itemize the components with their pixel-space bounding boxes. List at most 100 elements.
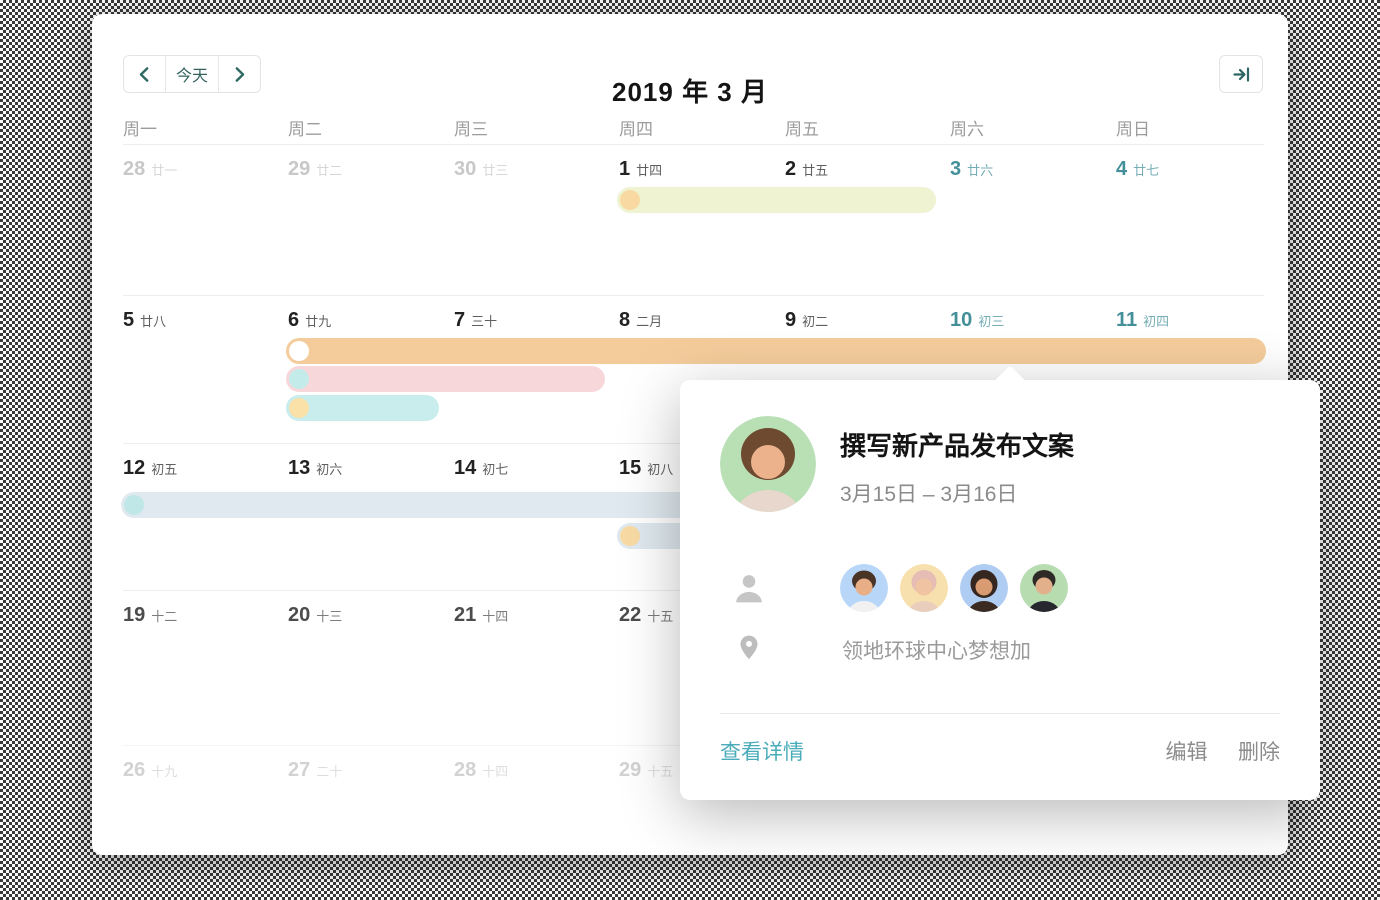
- lunar-label: 廿四: [636, 163, 662, 178]
- day-cell[interactable]: 19十二: [123, 604, 177, 627]
- today-button[interactable]: 今天: [165, 56, 219, 92]
- event-dot: [289, 398, 309, 418]
- event-date-range: 3月15日 – 3月16日: [840, 478, 1074, 508]
- weekday-label: 周四: [619, 115, 653, 140]
- event-bar[interactable]: [121, 492, 771, 518]
- day-number: 20: [288, 604, 310, 626]
- event-dot: [620, 190, 640, 210]
- day-number: 27: [288, 759, 310, 781]
- calendar-toolbar: 今天 2019 年 3 月: [92, 14, 1288, 114]
- lunar-label: 十九: [151, 764, 177, 779]
- day-cell[interactable]: 2 廿五: [785, 158, 828, 181]
- location-pin-icon: [732, 634, 766, 666]
- day-number: 19: [123, 604, 145, 626]
- attendee-avatars: [840, 564, 1080, 612]
- view-details-link[interactable]: 查看详情: [720, 736, 804, 766]
- day-cell[interactable]: 29十五: [619, 759, 673, 782]
- attendee-avatar[interactable]: [1020, 564, 1068, 612]
- day-cell[interactable]: 8二月: [619, 309, 662, 332]
- lunar-label: 廿一: [151, 163, 177, 178]
- lunar-label: 初二: [802, 314, 828, 329]
- day-number: 3: [950, 158, 961, 180]
- weekday-label: 周一: [123, 115, 157, 140]
- day-cell[interactable]: 15初八: [619, 457, 673, 480]
- day-cell[interactable]: 22 十五: [619, 604, 673, 627]
- day-number: 11: [1116, 309, 1137, 331]
- day-number: 22: [619, 604, 641, 626]
- day-number: 2: [785, 158, 796, 180]
- day-cell[interactable]: 3廿六: [950, 158, 993, 181]
- lunar-label: 二月: [636, 314, 662, 329]
- lunar-label: 三十: [471, 314, 497, 329]
- page-background: 今天 2019 年 3 月 周一 周二 周三 周四 周五 周六 周日: [0, 0, 1380, 900]
- attendees-row: [732, 564, 1080, 612]
- day-number: 6: [288, 309, 299, 331]
- day-cell[interactable]: 27 二十: [288, 759, 342, 782]
- collapse-panel-button[interactable]: [1219, 55, 1263, 93]
- popover-header-text: 撰写新产品发布文案 3月15日 – 3月16日: [840, 416, 1074, 508]
- organizer-avatar: [720, 416, 816, 512]
- lunar-label: 十五: [647, 609, 673, 624]
- attendee-avatar[interactable]: [960, 564, 1008, 612]
- day-number: 5: [123, 309, 134, 331]
- event-bar[interactable]: [286, 366, 605, 392]
- day-cell[interactable]: 14初七: [454, 457, 508, 480]
- day-number: 28: [123, 158, 145, 180]
- event-bar[interactable]: [617, 187, 936, 213]
- prev-month-button[interactable]: [124, 56, 165, 92]
- day-cell[interactable]: 5 廿八: [123, 309, 166, 332]
- day-number: 7: [454, 309, 465, 331]
- weekday-label: 周三: [454, 115, 488, 140]
- day-number: 4: [1116, 158, 1127, 180]
- weekday-label: 周二: [288, 115, 322, 140]
- edit-button[interactable]: 编辑: [1166, 741, 1208, 764]
- delete-button[interactable]: 删除: [1238, 741, 1280, 764]
- event-title: 撰写新产品发布文案: [840, 426, 1074, 463]
- lunar-label: 二十: [316, 764, 342, 779]
- event-dot: [289, 369, 309, 389]
- lunar-label: 廿八: [140, 314, 166, 329]
- lunar-label: 十三: [316, 609, 342, 624]
- lunar-label: 十四: [482, 764, 508, 779]
- day-cell[interactable]: 28 十四: [454, 759, 508, 782]
- lunar-label: 初六: [316, 462, 342, 477]
- lunar-label: 十四: [482, 609, 508, 624]
- attendee-avatar[interactable]: [900, 564, 948, 612]
- lunar-label: 初五: [151, 462, 177, 477]
- nav-button-group: 今天: [123, 55, 261, 93]
- lunar-label: 初三: [978, 314, 1004, 329]
- day-cell[interactable]: 20 十三: [288, 604, 342, 627]
- day-cell[interactable]: 10初三: [950, 309, 1004, 332]
- day-cell[interactable]: 28 廿一: [123, 158, 177, 181]
- lunar-label: 廿九: [305, 314, 331, 329]
- event-bar[interactable]: [286, 338, 1266, 364]
- day-cell[interactable]: 12 初五: [123, 457, 177, 480]
- day-cell[interactable]: 7 三十: [454, 309, 497, 332]
- day-cell[interactable]: 21十四: [454, 604, 508, 627]
- lunar-label: 廿三: [482, 163, 508, 178]
- weekday-header-row: 周一 周二 周三 周四 周五 周六 周日: [123, 115, 1281, 145]
- day-cell[interactable]: 30廿三: [454, 158, 508, 181]
- event-bar[interactable]: [286, 395, 439, 421]
- popover-divider: [720, 713, 1280, 714]
- chevron-left-icon: [137, 66, 152, 83]
- day-cell[interactable]: 4廿七: [1116, 158, 1159, 181]
- day-cell[interactable]: 11初四: [1116, 309, 1169, 332]
- day-cell[interactable]: 6 廿九: [288, 309, 331, 332]
- day-number: 9: [785, 309, 796, 331]
- day-number: 12: [123, 457, 145, 479]
- day-cell[interactable]: 26十九: [123, 759, 177, 782]
- day-number: 28: [454, 759, 476, 781]
- day-cell[interactable]: 9 初二: [785, 309, 828, 332]
- day-number: 29: [619, 759, 641, 781]
- attendee-avatar[interactable]: [840, 564, 888, 612]
- day-cell[interactable]: 1廿四: [619, 158, 662, 181]
- next-month-button[interactable]: [219, 56, 260, 92]
- popover-header: 撰写新产品发布文案 3月15日 – 3月16日: [720, 416, 1074, 512]
- day-cell[interactable]: 29廿二: [288, 158, 342, 181]
- lunar-label: 廿五: [802, 163, 828, 178]
- event-location: 领地环球中心梦想加: [842, 635, 1031, 665]
- event-dot: [289, 341, 309, 361]
- day-cell[interactable]: 13初六: [288, 457, 342, 480]
- day-number: 15: [619, 457, 641, 479]
